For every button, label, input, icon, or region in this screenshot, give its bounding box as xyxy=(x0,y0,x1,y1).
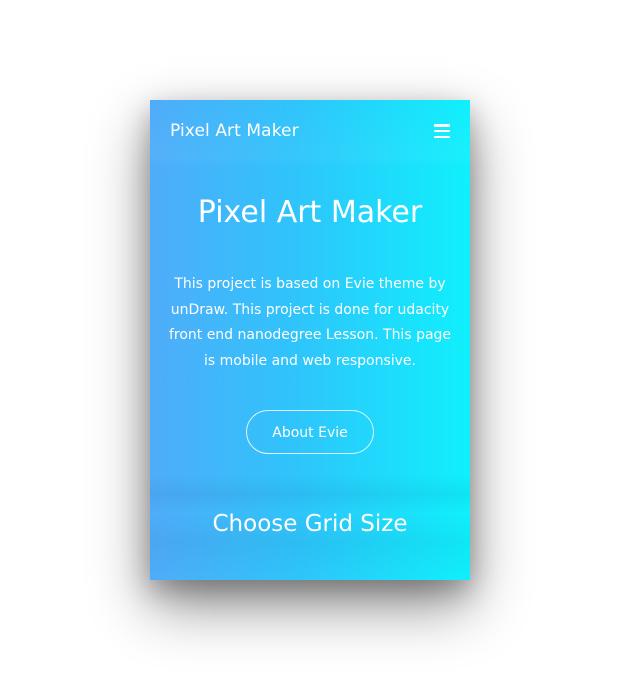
navbar: Pixel Art Maker xyxy=(150,100,470,160)
hamburger-bar xyxy=(434,124,450,127)
hamburger-icon[interactable] xyxy=(434,124,450,139)
choose-grid-size-heading: Choose Grid Size xyxy=(212,511,408,537)
about-evie-button[interactable]: About Evie xyxy=(246,410,374,454)
hamburger-bar xyxy=(434,135,450,139)
mobile-viewport: Pixel Art Maker Pixel Art Maker This pro… xyxy=(150,100,470,580)
brand-link[interactable]: Pixel Art Maker xyxy=(170,120,299,142)
hero-title: Pixel Art Maker xyxy=(197,195,423,230)
page-background: Pixel Art Maker Pixel Art Maker This pro… xyxy=(0,0,620,680)
hero-description: This project is based on Evie theme by u… xyxy=(168,276,452,370)
hamburger-bar xyxy=(434,129,450,133)
